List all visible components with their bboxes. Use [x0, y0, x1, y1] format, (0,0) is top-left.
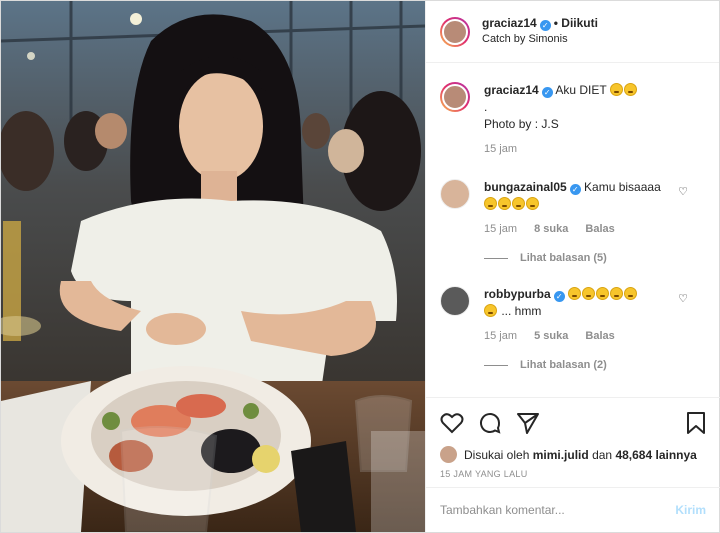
- reply-button[interactable]: Balas: [585, 330, 614, 342]
- caption-text: Aku DIET: [555, 83, 607, 97]
- comment-item: bungazainal05 ✓ Kamu bisaaaa 15 jam 8 suk…: [440, 179, 706, 238]
- view-replies-button[interactable]: Lihat balasan (5): [484, 252, 607, 264]
- view-replies-label: Lihat balasan (2): [520, 359, 607, 371]
- comment-time[interactable]: 15 jam: [484, 223, 517, 235]
- comment-input[interactable]: [440, 503, 676, 517]
- verified-badge-icon: ✓: [541, 87, 553, 98]
- verified-badge-icon: ✓: [569, 184, 581, 195]
- view-replies-button[interactable]: Lihat balasan (2): [484, 359, 607, 371]
- add-comment-bar: Kirim: [426, 487, 720, 532]
- grimacing-face-emoji-icon: [609, 83, 623, 96]
- comment-username[interactable]: robbypurba: [484, 287, 551, 301]
- instagram-post: graciaz14 ✓ • Diikuti Catch by Simonis gr…: [0, 0, 720, 533]
- liked-by-count[interactable]: 48,684 lainnya: [615, 448, 696, 462]
- liked-by-and: dan: [592, 447, 613, 462]
- replies-divider: [484, 364, 508, 366]
- comment-bubble-icon[interactable]: [478, 411, 502, 438]
- comment-time[interactable]: 15 jam: [484, 330, 517, 342]
- follow-status[interactable]: • Diikuti: [554, 16, 598, 30]
- post-side-panel: graciaz14 ✓ • Diikuti Catch by Simonis gr…: [425, 1, 720, 532]
- comment-likes[interactable]: 5 suka: [534, 330, 568, 342]
- commenter-avatar[interactable]: [440, 179, 470, 209]
- caption-dot: .: [484, 100, 488, 114]
- liker-avatar[interactable]: [440, 446, 457, 463]
- replies-divider: [484, 257, 508, 259]
- rofl-emoji-icon: [512, 197, 525, 210]
- liked-by-prefix: Disukai oleh: [464, 447, 530, 462]
- post-photo[interactable]: [1, 1, 425, 532]
- rofl-emoji-icon: [484, 197, 497, 210]
- heart-icon[interactable]: [440, 412, 464, 437]
- action-icons-row: [440, 410, 706, 438]
- comment-likes[interactable]: 8 suka: [534, 223, 568, 235]
- author-info: graciaz14 ✓ • Diikuti Catch by Simonis: [482, 16, 598, 47]
- view-replies-label: Lihat balasan (5): [520, 252, 607, 264]
- rofl-emoji-icon: [526, 197, 539, 210]
- rofl-emoji-icon: [498, 197, 511, 210]
- comment-like-heart-icon[interactable]: ♡: [678, 292, 688, 305]
- grimacing-face-emoji-icon: [610, 287, 624, 300]
- comment-text: ... hmm: [501, 304, 542, 318]
- grimacing-face-emoji-icon: [568, 287, 582, 300]
- caption-avatar[interactable]: [440, 82, 470, 112]
- caption-username[interactable]: graciaz14: [484, 83, 539, 97]
- grimacing-face-emoji-icon: [624, 287, 638, 300]
- comment-text: Kamu bisaaaa: [584, 180, 661, 194]
- post-location[interactable]: Catch by Simonis: [482, 32, 598, 47]
- paper-plane-icon[interactable]: [516, 412, 540, 437]
- comment-username[interactable]: bungazainal05: [484, 180, 567, 194]
- commenter-avatar[interactable]: [440, 286, 470, 316]
- verified-badge-icon: ✓: [553, 291, 565, 302]
- liked-by-user[interactable]: mimi.julid: [533, 448, 589, 462]
- verified-badge-icon: ✓: [539, 20, 551, 31]
- post-header: graciaz14 ✓ • Diikuti Catch by Simonis: [426, 1, 719, 63]
- grimacing-face-emoji-icon: [582, 287, 596, 300]
- post-timestamp[interactable]: 15 JAM YANG LALU: [440, 469, 706, 479]
- caption-item: graciaz14 ✓ Aku DIET . Photo by : J.S 15 …: [440, 82, 706, 158]
- comment-like-heart-icon[interactable]: ♡: [678, 185, 688, 198]
- grimacing-face-emoji-icon: [623, 83, 637, 96]
- comments-list[interactable]: graciaz14 ✓ Aku DIET . Photo by : J.S 15 …: [426, 64, 720, 394]
- author-avatar[interactable]: [440, 16, 470, 47]
- post-comment-button[interactable]: Kirim: [675, 503, 706, 517]
- post-actions: Disukai oleh mimi.julid dan 48,684 lainn…: [426, 397, 720, 479]
- caption-credit: Photo by : J.S: [484, 117, 559, 131]
- grimacing-face-emoji-icon: [484, 304, 497, 317]
- grimacing-face-emoji-icon: [596, 287, 610, 300]
- reply-button[interactable]: Balas: [585, 223, 614, 235]
- bookmark-icon[interactable]: [686, 411, 706, 438]
- post-photo-illustration: [1, 1, 425, 532]
- likes-summary: Disukai oleh mimi.julid dan 48,684 lainn…: [440, 446, 706, 463]
- caption-time[interactable]: 15 jam: [484, 143, 517, 155]
- comment-item: robbypurba ✓ ... hmm 15 jam 5 suka Balas …: [440, 286, 706, 345]
- author-username[interactable]: graciaz14: [482, 16, 537, 30]
